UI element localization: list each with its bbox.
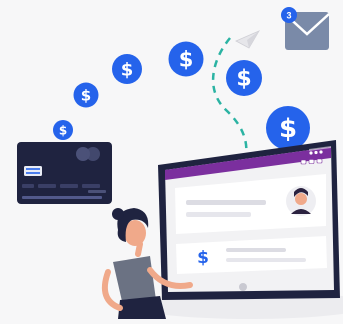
- coin-symbol: $: [59, 124, 67, 138]
- person-hair-bun: [112, 208, 124, 220]
- coin-symbol: $: [236, 67, 251, 92]
- dollar-coin: $: [168, 41, 204, 77]
- dollar-coin: $: [53, 120, 73, 140]
- badge-count: 3: [286, 11, 291, 21]
- browser-control: [316, 158, 323, 164]
- monitor-logo-icon: [239, 283, 247, 291]
- coin-symbol: $: [179, 48, 194, 72]
- paper-plane-icon: [235, 30, 260, 49]
- browser-control: [308, 159, 315, 164]
- dollar-coin: $: [112, 54, 142, 84]
- monitor: $: [158, 140, 340, 300]
- payment-illustration: 3 $ $ $ $ $ $ $: [17, 7, 343, 319]
- coin-symbol: $: [121, 60, 134, 81]
- dollar-coin: $: [226, 60, 262, 96]
- illustration-canvas: 3 $ $ $ $ $ $ $: [0, 0, 343, 319]
- browser-control: [300, 159, 307, 165]
- card-chip: [24, 166, 42, 176]
- credit-card: [17, 142, 112, 204]
- coin-symbol: $: [279, 114, 297, 144]
- text-line: [226, 248, 286, 252]
- text-line: [226, 258, 306, 262]
- dollar-coin: $: [266, 106, 310, 150]
- browser-dot: [319, 150, 323, 154]
- payment-dollar-symbol: $: [197, 248, 209, 268]
- coin-symbol: $: [81, 87, 91, 105]
- card-logo-right: [86, 147, 100, 161]
- dollar-coin: $: [73, 82, 99, 108]
- text-line: [186, 200, 266, 205]
- text-line: [186, 212, 251, 217]
- browser-dot: [314, 150, 318, 155]
- notification-badge: 3: [281, 7, 297, 23]
- dashed-transfer-path: [211, 37, 248, 157]
- browser-dot: [309, 151, 313, 155]
